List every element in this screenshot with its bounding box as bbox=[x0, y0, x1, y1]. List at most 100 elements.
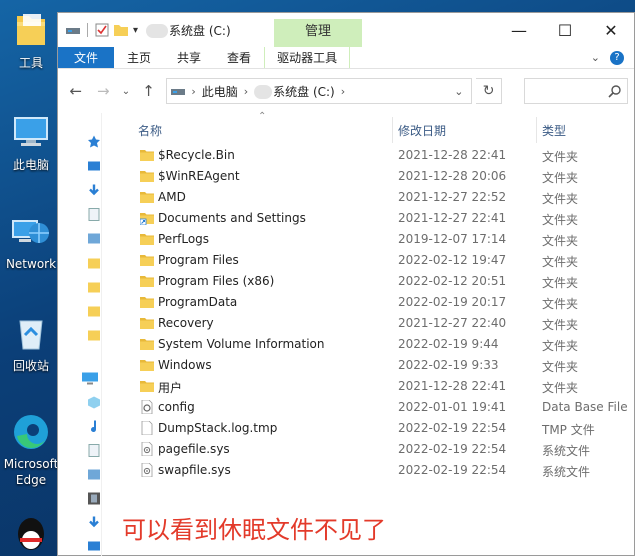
table-row[interactable]: System Volume Information 2022-02-19 9:44… bbox=[130, 334, 635, 355]
column-divider[interactable] bbox=[392, 117, 393, 143]
desktop-nav-icon[interactable] bbox=[88, 160, 100, 173]
column-header-date[interactable]: 修改日期 bbox=[398, 122, 446, 139]
help-icon[interactable]: ? bbox=[610, 50, 624, 65]
address-bar[interactable]: › 此电脑 › 系统盘 (C:) › ⌄ bbox=[166, 78, 473, 104]
breadcrumb-chevron-icon[interactable]: › bbox=[191, 85, 195, 98]
forward-arrow-icon[interactable]: → bbox=[92, 79, 116, 103]
search-input[interactable] bbox=[523, 78, 628, 104]
computer-icon bbox=[14, 117, 48, 146]
expand-ribbon-chevron-icon[interactable]: ⌄ bbox=[591, 51, 600, 64]
file-date: 2021-12-27 22:41 bbox=[398, 211, 507, 225]
table-row[interactable]: $Recycle.Bin 2021-12-28 22:41 文件夹 bbox=[130, 145, 635, 166]
file-date: 2022-02-19 9:44 bbox=[398, 337, 499, 351]
tab-view[interactable]: 查看 bbox=[214, 47, 264, 68]
table-row[interactable]: Program Files (x86) 2022-02-12 20:51 文件夹 bbox=[130, 271, 635, 292]
file-date: 2022-02-19 20:17 bbox=[398, 295, 507, 309]
table-row[interactable]: swapfile.sys 2022-02-19 22:54 系统文件 bbox=[130, 460, 635, 481]
file-name: Recovery bbox=[158, 316, 214, 330]
table-row[interactable]: Program Files 2022-02-12 19:47 文件夹 bbox=[130, 250, 635, 271]
documents-nav-icon[interactable] bbox=[88, 444, 100, 457]
table-row[interactable]: PerfLogs 2019-12-07 17:14 文件夹 bbox=[130, 229, 635, 250]
breadcrumb-this-pc[interactable]: 此电脑 bbox=[202, 83, 238, 100]
folder-nav-icon[interactable] bbox=[88, 256, 100, 269]
folder-nav-icon[interactable] bbox=[88, 280, 100, 293]
downloads-nav-icon[interactable] bbox=[88, 184, 100, 197]
file-type: 文件夹 bbox=[542, 234, 579, 248]
maximize-button[interactable]: ☐ bbox=[542, 13, 588, 47]
file-name: ProgramData bbox=[158, 295, 238, 309]
file-list-pane: ⌃ 名称 修改日期 类型 $Recycle.Bin 2021-12-28 22:4… bbox=[130, 111, 635, 556]
file-type: 文件夹 bbox=[542, 360, 579, 374]
desktop-icon-edge[interactable]: Microsoft Edge bbox=[2, 412, 60, 488]
3d-objects-nav-icon[interactable] bbox=[88, 396, 100, 409]
file-list: $Recycle.Bin 2021-12-28 22:41 文件夹 $WinREAge… bbox=[130, 145, 635, 481]
breadcrumb-system-drive[interactable]: 系统盘 (C:) bbox=[254, 83, 335, 100]
file-date: 2021-12-28 20:06 bbox=[398, 169, 507, 183]
column-divider[interactable] bbox=[536, 117, 537, 143]
table-row[interactable]: ProgramData 2022-02-19 20:17 文件夹 bbox=[130, 292, 635, 313]
folder-icon bbox=[140, 232, 154, 246]
table-row[interactable]: $WinREAgent 2021-12-28 20:06 文件夹 bbox=[130, 166, 635, 187]
desktop-icon-recycle-bin[interactable]: 回收站 bbox=[2, 313, 60, 374]
folder-icon bbox=[140, 316, 154, 330]
refresh-icon[interactable]: ↻ bbox=[476, 78, 502, 104]
this-pc-nav-icon[interactable] bbox=[82, 372, 98, 385]
minimize-button[interactable]: — bbox=[496, 13, 542, 47]
tab-file[interactable]: 文件 bbox=[58, 47, 115, 68]
desktop-icon-qq[interactable] bbox=[2, 512, 60, 556]
column-header-name[interactable]: 名称 bbox=[138, 122, 162, 139]
file-icon bbox=[140, 420, 154, 436]
music-nav-icon[interactable] bbox=[88, 420, 100, 433]
tab-share[interactable]: 共享 bbox=[164, 47, 214, 68]
back-arrow-icon[interactable]: ← bbox=[64, 79, 88, 103]
desktop-nav-icon[interactable] bbox=[88, 540, 100, 553]
table-row[interactable]: DumpStack.log.tmp 2022-02-19 22:54 TMP 文件 bbox=[130, 418, 635, 439]
close-button[interactable]: ✕ bbox=[588, 13, 634, 47]
table-row[interactable]: config 2022-01-01 19:41 Data Base File bbox=[130, 397, 635, 418]
desktop-icon-this-pc[interactable]: 此电脑 bbox=[2, 112, 60, 173]
table-row[interactable]: Windows 2022-02-19 9:33 文件夹 bbox=[130, 355, 635, 376]
column-header-type[interactable]: 类型 bbox=[542, 122, 566, 139]
table-row[interactable]: Documents and Settings 2021-12-27 22:41 文件… bbox=[130, 208, 635, 229]
videos-nav-icon[interactable] bbox=[88, 492, 100, 505]
file-type: 文件夹 bbox=[542, 339, 579, 353]
quick-access-star-icon[interactable] bbox=[88, 135, 100, 148]
file-date: 2021-12-28 22:41 bbox=[398, 148, 507, 162]
redacted-blur bbox=[254, 85, 273, 99]
column-headers: ⌃ 名称 修改日期 类型 bbox=[130, 111, 635, 145]
folder-shortcut-icon bbox=[139, 211, 154, 226]
desktop-icon-network[interactable]: Network bbox=[2, 213, 60, 271]
pictures-nav-icon[interactable] bbox=[88, 468, 100, 481]
table-row[interactable]: 用户 2021-12-28 22:41 文件夹 bbox=[130, 376, 635, 397]
folder-nav-icon[interactable] bbox=[88, 328, 100, 341]
qq-icon bbox=[18, 518, 44, 550]
explorer-body: ⌃ 名称 修改日期 类型 $Recycle.Bin 2021-12-28 22:4… bbox=[58, 111, 635, 556]
pictures-nav-icon[interactable] bbox=[88, 232, 100, 245]
file-type: Data Base File bbox=[542, 400, 628, 414]
tab-home[interactable]: 主页 bbox=[114, 47, 164, 68]
documents-nav-icon[interactable] bbox=[88, 208, 100, 221]
navigation-pane bbox=[58, 113, 102, 556]
folder-icon bbox=[140, 169, 154, 183]
properties-icon[interactable] bbox=[95, 23, 109, 37]
folder-nav-icon[interactable] bbox=[88, 304, 100, 317]
drive-icon bbox=[66, 28, 80, 34]
desktop-icon-tools[interactable]: 工具 bbox=[2, 10, 60, 71]
desktop-icon-label: Microsoft Edge bbox=[3, 457, 59, 487]
address-dropdown-chevron-icon[interactable]: ⌄ bbox=[454, 85, 467, 98]
table-row[interactable]: Recovery 2021-12-27 22:40 文件夹 bbox=[130, 313, 635, 334]
table-row[interactable]: pagefile.sys 2022-02-19 22:54 系统文件 bbox=[130, 439, 635, 460]
customize-toolbar-chevron-icon[interactable]: ▾ bbox=[133, 25, 138, 36]
folder-icon bbox=[140, 274, 154, 288]
new-folder-icon[interactable] bbox=[113, 23, 129, 37]
recent-locations-chevron-icon[interactable]: ⌄ bbox=[119, 79, 133, 103]
desktop-icon-label: 回收站 bbox=[12, 359, 49, 373]
breadcrumb-chevron-icon[interactable]: › bbox=[244, 85, 248, 98]
file-type: 系统文件 bbox=[542, 444, 591, 458]
table-row[interactable]: AMD 2021-12-27 22:52 文件夹 bbox=[130, 187, 635, 208]
folder-icon bbox=[140, 379, 154, 393]
breadcrumb-chevron-icon[interactable]: › bbox=[341, 85, 345, 98]
tab-drive-tools[interactable]: 驱动器工具 bbox=[264, 47, 351, 68]
up-arrow-icon[interactable]: ↑ bbox=[137, 79, 161, 103]
downloads-nav-icon[interactable] bbox=[88, 516, 100, 529]
